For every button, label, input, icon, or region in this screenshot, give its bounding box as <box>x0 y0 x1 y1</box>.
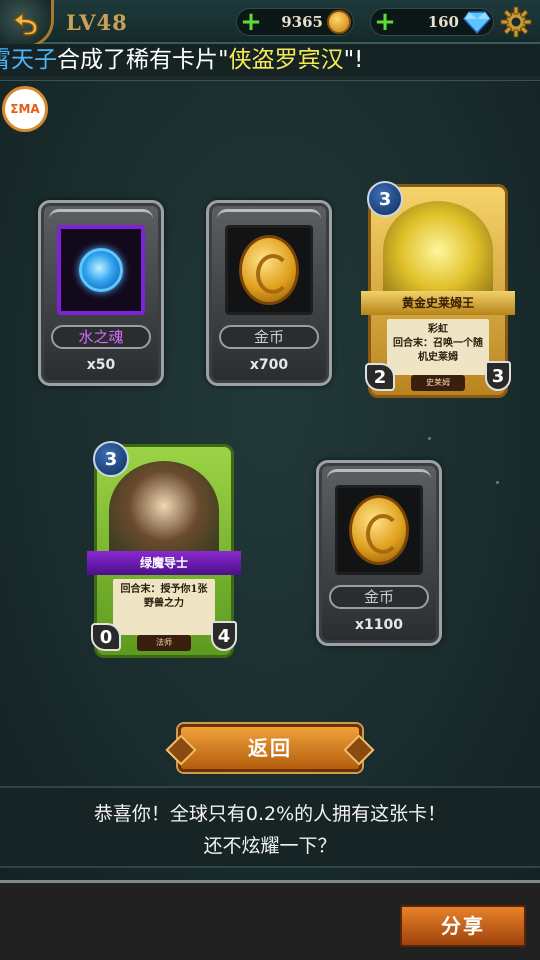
ticker-message: 合成了稀有卡片" <box>57 47 229 73</box>
ticker-end: "! <box>343 47 364 73</box>
gold-coin-icon <box>349 495 409 565</box>
hero-card-green-mage[interactable]: 绿魔导士 回合末：授予你1张野兽之力 法师 3 0 4 <box>87 441 241 658</box>
gem-value: 160 <box>427 13 459 31</box>
reward-item-gold[interactable]: 金币 x700 <box>206 200 332 386</box>
card-description: 回合末：授予你1张野兽之力 <box>113 579 215 635</box>
announcement-ticker: 霄天子合成了稀有卡片"侠盗罗宾汉"! <box>0 44 540 76</box>
gold-value: 9365 <box>281 13 323 31</box>
item-quantity: x1100 <box>355 617 403 633</box>
card-attack-badge: 2 <box>365 363 395 391</box>
gold-counter: + 9365 <box>236 8 354 36</box>
diamond-icon <box>463 11 491 34</box>
card-name: 绿魔导士 <box>87 551 241 575</box>
avatar[interactable]: ΣMA <box>2 86 48 132</box>
share-button[interactable]: 分享 <box>400 905 526 947</box>
back-button[interactable] <box>0 0 54 48</box>
card-name: 黄金史莱姆王 <box>361 291 515 315</box>
card-art <box>383 201 493 301</box>
add-gold-button[interactable]: + <box>237 8 265 36</box>
player-level: LV48 <box>66 10 128 35</box>
card-description: 彩虹 回合末：召唤一个随机史莱姆 <box>387 319 489 375</box>
card-cost-badge: 3 <box>367 181 403 217</box>
return-button[interactable]: 返回 <box>178 724 362 772</box>
ticker-card-name: 侠盗罗宾汉 <box>228 47 344 73</box>
gold-coin-icon <box>239 235 299 305</box>
hero-card-gold-slime-king[interactable]: 黄金史莱姆王 彩虹 回合末：召唤一个随机史莱姆 史莱姆 3 2 3 <box>361 181 515 398</box>
ticker-player-name: 霄天子 <box>0 47 57 73</box>
gear-icon[interactable] <box>500 6 532 38</box>
water-soul-icon <box>79 248 123 292</box>
top-bar: LV48 + 9365 + 160 <box>0 0 540 48</box>
gold-coin-icon <box>327 10 351 34</box>
card-cost-badge: 3 <box>93 441 129 477</box>
card-art <box>109 461 219 561</box>
back-arrow-icon <box>12 10 38 36</box>
item-quantity: x50 <box>86 357 116 373</box>
reward-item-gold-large[interactable]: 金币 x1100 <box>316 460 442 646</box>
card-health-badge: 4 <box>211 621 237 651</box>
card-tribe: 法师 <box>137 635 191 651</box>
bottom-bar: 分享 <box>0 880 540 960</box>
item-name: 金币 <box>219 325 319 349</box>
reward-item-water-soul[interactable]: 水之魂 x50 <box>38 200 164 386</box>
card-health-badge: 3 <box>485 361 511 391</box>
item-name: 金币 <box>329 585 429 609</box>
add-gem-button[interactable]: + <box>371 8 399 36</box>
congrats-line-2: 还不炫耀一下？ <box>203 835 337 857</box>
card-attack-badge: 0 <box>91 623 121 651</box>
congrats-message: 恭喜你！全球只有0.2%的人拥有这张卡！ 还不炫耀一下？ <box>0 786 540 868</box>
card-tribe: 史莱姆 <box>411 375 465 391</box>
item-quantity: x700 <box>249 357 289 373</box>
congrats-line-1: 恭喜你！全球只有0.2%的人拥有这张卡！ <box>93 803 447 825</box>
gem-counter: + 160 <box>370 8 494 36</box>
item-name: 水之魂 <box>51 325 151 349</box>
